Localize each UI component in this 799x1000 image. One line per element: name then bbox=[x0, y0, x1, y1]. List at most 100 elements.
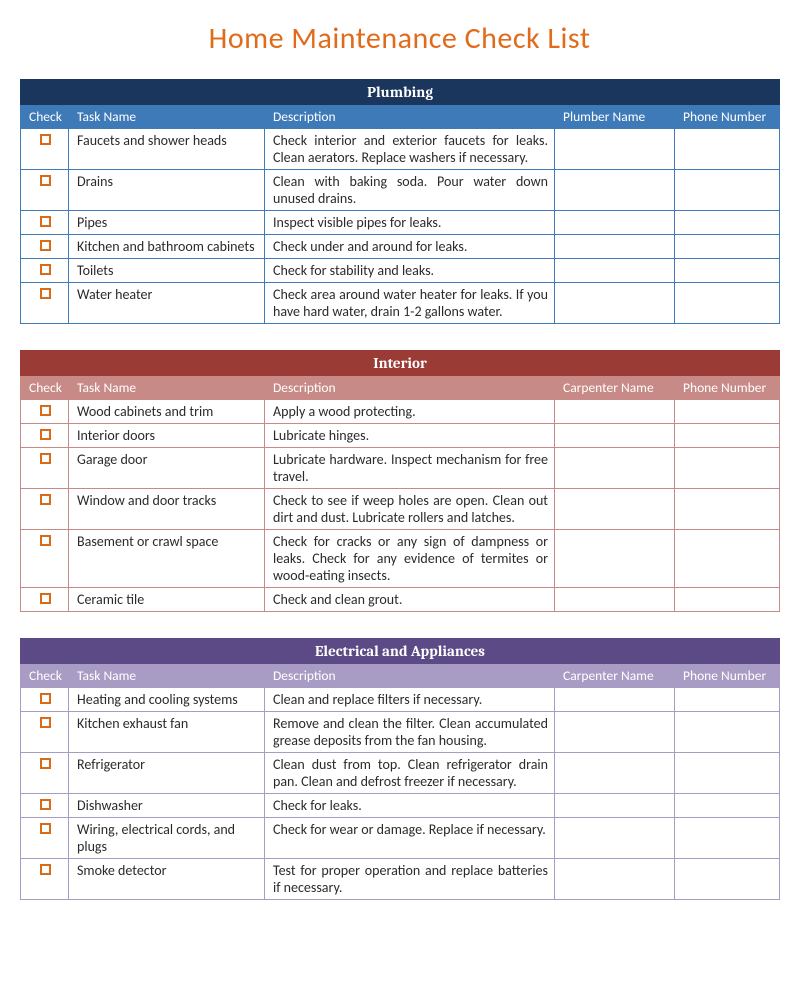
checkbox-icon[interactable] bbox=[40, 405, 51, 416]
check-cell bbox=[21, 448, 69, 489]
checkbox-icon[interactable] bbox=[40, 535, 51, 546]
task-description: Lubricate hinges. bbox=[265, 424, 555, 448]
task-name: Smoke detector bbox=[69, 859, 265, 900]
task-name: Kitchen and bathroom cabinets bbox=[69, 235, 265, 259]
table-row: ToiletsCheck for stability and leaks. bbox=[21, 259, 780, 283]
task-description: Clean and replace filters if necessary. bbox=[265, 688, 555, 712]
checkbox-icon[interactable] bbox=[40, 216, 51, 227]
phone-number bbox=[675, 129, 780, 170]
worker-name bbox=[555, 424, 675, 448]
check-cell bbox=[21, 400, 69, 424]
col-phone-header: Phone Number bbox=[675, 376, 780, 400]
check-cell bbox=[21, 859, 69, 900]
checkbox-icon[interactable] bbox=[40, 823, 51, 834]
phone-number bbox=[675, 530, 780, 588]
worker-name bbox=[555, 129, 675, 170]
table-row: DrainsClean with baking soda. Pour water… bbox=[21, 170, 780, 211]
check-cell bbox=[21, 794, 69, 818]
check-cell bbox=[21, 530, 69, 588]
task-name: Basement or crawl space bbox=[69, 530, 265, 588]
phone-number bbox=[675, 489, 780, 530]
section-title: Electrical and Appliances bbox=[21, 639, 780, 664]
checkbox-icon[interactable] bbox=[40, 264, 51, 275]
page-title: Home Maintenance Check List bbox=[20, 20, 779, 57]
worker-name bbox=[555, 400, 675, 424]
check-cell bbox=[21, 129, 69, 170]
table-row: Heating and cooling systemsClean and rep… bbox=[21, 688, 780, 712]
checkbox-icon[interactable] bbox=[40, 494, 51, 505]
phone-number bbox=[675, 211, 780, 235]
check-cell bbox=[21, 211, 69, 235]
phone-number bbox=[675, 259, 780, 283]
check-cell bbox=[21, 259, 69, 283]
checkbox-icon[interactable] bbox=[40, 288, 51, 299]
checkbox-icon[interactable] bbox=[40, 429, 51, 440]
task-name: Water heater bbox=[69, 283, 265, 324]
col-desc-header: Description bbox=[265, 376, 555, 400]
check-cell bbox=[21, 489, 69, 530]
check-cell bbox=[21, 424, 69, 448]
checkbox-icon[interactable] bbox=[40, 134, 51, 145]
table-row: RefrigeratorClean dust from top. Clean r… bbox=[21, 753, 780, 794]
task-description: Check to see if weep holes are open. Cle… bbox=[265, 489, 555, 530]
table-row: Water heaterCheck area around water heat… bbox=[21, 283, 780, 324]
col-worker-header: Carpenter Name bbox=[555, 664, 675, 688]
worker-name bbox=[555, 588, 675, 612]
table-row: Wiring, electrical cords, and plugsCheck… bbox=[21, 818, 780, 859]
table-row: PipesInspect visible pipes for leaks. bbox=[21, 211, 780, 235]
task-name: Wood cabinets and trim bbox=[69, 400, 265, 424]
checkbox-icon[interactable] bbox=[40, 693, 51, 704]
task-description: Test for proper operation and replace ba… bbox=[265, 859, 555, 900]
task-description: Check for wear or damage. Replace if nec… bbox=[265, 818, 555, 859]
task-name: Heating and cooling systems bbox=[69, 688, 265, 712]
task-name: Drains bbox=[69, 170, 265, 211]
col-check-header: Check bbox=[21, 376, 69, 400]
col-phone-header: Phone Number bbox=[675, 664, 780, 688]
col-desc-header: Description bbox=[265, 664, 555, 688]
task-name: Toilets bbox=[69, 259, 265, 283]
checkbox-icon[interactable] bbox=[40, 799, 51, 810]
task-description: Check for leaks. bbox=[265, 794, 555, 818]
phone-number bbox=[675, 794, 780, 818]
phone-number bbox=[675, 588, 780, 612]
table-row: Basement or crawl spaceCheck for cracks … bbox=[21, 530, 780, 588]
phone-number bbox=[675, 400, 780, 424]
phone-number bbox=[675, 283, 780, 324]
phone-number bbox=[675, 753, 780, 794]
table-row: Smoke detectorTest for proper operation … bbox=[21, 859, 780, 900]
section-title: Plumbing bbox=[21, 80, 780, 105]
col-task-header: Task Name bbox=[69, 105, 265, 129]
phone-number bbox=[675, 712, 780, 753]
col-desc-header: Description bbox=[265, 105, 555, 129]
worker-name bbox=[555, 489, 675, 530]
table-row: Garage doorLubricate hardware. Inspect m… bbox=[21, 448, 780, 489]
phone-number bbox=[675, 424, 780, 448]
table-row: Wood cabinets and trimApply a wood prote… bbox=[21, 400, 780, 424]
checkbox-icon[interactable] bbox=[40, 175, 51, 186]
section-title: Interior bbox=[21, 351, 780, 376]
task-name: Ceramic tile bbox=[69, 588, 265, 612]
checkbox-icon[interactable] bbox=[40, 240, 51, 251]
task-name: Garage door bbox=[69, 448, 265, 489]
worker-name bbox=[555, 448, 675, 489]
checkbox-icon[interactable] bbox=[40, 453, 51, 464]
task-name: Pipes bbox=[69, 211, 265, 235]
task-description: Apply a wood protecting. bbox=[265, 400, 555, 424]
checkbox-icon[interactable] bbox=[40, 758, 51, 769]
checkbox-icon[interactable] bbox=[40, 593, 51, 604]
col-phone-header: Phone Number bbox=[675, 105, 780, 129]
task-description: Check for stability and leaks. bbox=[265, 259, 555, 283]
worker-name bbox=[555, 818, 675, 859]
section-table-plumbing: PlumbingCheckTask NameDescriptionPlumber… bbox=[20, 79, 780, 324]
table-row: Ceramic tileCheck and clean grout. bbox=[21, 588, 780, 612]
checkbox-icon[interactable] bbox=[40, 864, 51, 875]
task-description: Inspect visible pipes for leaks. bbox=[265, 211, 555, 235]
table-row: DishwasherCheck for leaks. bbox=[21, 794, 780, 818]
check-cell bbox=[21, 283, 69, 324]
check-cell bbox=[21, 235, 69, 259]
task-description: Check under and around for leaks. bbox=[265, 235, 555, 259]
checkbox-icon[interactable] bbox=[40, 717, 51, 728]
section-table-interior: InteriorCheckTask NameDescriptionCarpent… bbox=[20, 350, 780, 612]
worker-name bbox=[555, 283, 675, 324]
task-description: Check area around water heater for leaks… bbox=[265, 283, 555, 324]
